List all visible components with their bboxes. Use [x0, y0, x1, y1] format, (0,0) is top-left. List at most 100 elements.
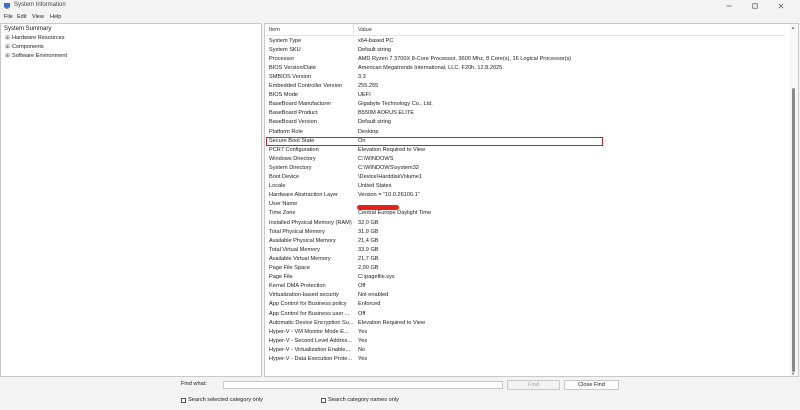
minimize-button[interactable] — [716, 0, 742, 12]
close-button[interactable] — [768, 0, 794, 12]
table-row[interactable]: Secure Boot State On — [265, 136, 785, 145]
row-value: 31,9 GB — [358, 228, 379, 235]
tree-item-software-environment[interactable]: ⊞ Software Environment — [5, 53, 67, 59]
row-value: Off — [358, 310, 366, 317]
find-button[interactable]: Find — [507, 380, 560, 390]
table-row[interactable]: Hardware Abstraction Layer Version = "10.… — [265, 191, 785, 200]
row-item: Windows Directory — [269, 155, 316, 162]
scroll-down-icon[interactable]: ▼ — [791, 371, 795, 376]
menu-edit[interactable]: Edit — [17, 14, 26, 20]
row-item: Time Zone — [269, 210, 296, 217]
table-row[interactable]: System Directory C:\WINDOWS\system32 — [265, 163, 785, 172]
table-row[interactable]: BaseBoard Manufacturer Gigabyte Technolog… — [265, 100, 785, 109]
table-row[interactable]: Embedded Controller Version 255.255 — [265, 82, 785, 91]
row-item: System SKU — [269, 46, 301, 53]
table-row[interactable]: System SKU Default string — [265, 45, 785, 54]
menu-file[interactable]: File — [4, 14, 13, 20]
table-row[interactable]: Hyper-V - Second Level Addres... Yes — [265, 336, 785, 345]
table-row[interactable]: BaseBoard Version Default string — [265, 118, 785, 127]
checkbox-icon[interactable] — [181, 397, 186, 403]
table-row[interactable]: BIOS Mode UEFI — [265, 91, 785, 100]
row-value: Not enabled — [358, 292, 389, 299]
column-divider[interactable] — [353, 24, 354, 35]
table-row[interactable]: Hyper-V - VM Monitor Mode E... Yes — [265, 327, 785, 336]
row-value: B550M AORUS ELITE — [358, 110, 414, 117]
menu-view[interactable]: View — [32, 14, 44, 20]
checkbox-label: Search selected category only — [188, 397, 263, 403]
table-row[interactable]: Time Zone Central Europe Daylight Time — [265, 209, 785, 218]
tree-item-system-summary[interactable]: System Summary — [4, 26, 51, 32]
row-item: Locale — [269, 183, 286, 190]
table-row[interactable]: Page File Space 2,00 GB — [265, 264, 785, 273]
find-input[interactable] — [223, 381, 503, 389]
row-value: Default string — [358, 119, 391, 126]
row-item: Platform Role — [269, 128, 303, 135]
row-value: Desktop — [358, 128, 379, 135]
row-item: Embedded Controller Version — [269, 83, 343, 89]
tree-item-components[interactable]: ⊞ Components — [5, 44, 44, 50]
maximize-button[interactable] — [742, 0, 768, 12]
close-find-button[interactable]: Close Find — [564, 380, 619, 390]
row-value: C:\pagefile.sys — [358, 274, 395, 281]
table-row[interactable]: SMBIOS Version 3.3 — [265, 72, 785, 81]
column-header-item[interactable]: Item — [269, 27, 280, 33]
search-category-names-checkbox[interactable]: Search category names only — [321, 397, 399, 403]
row-value: UEFI — [358, 92, 371, 99]
table-row[interactable]: Available Virtual Memory 21,7 GB — [265, 254, 785, 263]
category-tree: System Summary ⊞ Hardware Resources ⊞ Co… — [0, 23, 262, 377]
row-value: 21,7 GB — [358, 255, 379, 262]
user-name-redaction — [357, 205, 399, 210]
table-row[interactable]: Virtualization-based security Not enabled — [265, 291, 785, 300]
row-value: On — [358, 137, 366, 144]
table-row[interactable]: Available Physical Memory 21,4 GB — [265, 236, 785, 245]
table-row[interactable]: User Name — [265, 200, 785, 209]
menu-help[interactable]: Help — [50, 14, 61, 20]
row-value: C:\WINDOWS\system32 — [358, 164, 419, 171]
table-row[interactable]: System Type x64-based PC — [265, 36, 785, 45]
table-row[interactable]: Platform Role Desktop — [265, 127, 785, 136]
table-row[interactable]: Locale United States — [265, 182, 785, 191]
table-header: Item Value — [265, 24, 785, 36]
row-item: Processor — [269, 55, 295, 62]
table-row[interactable]: Total Physical Memory 31,9 GB — [265, 227, 785, 236]
table-row[interactable]: BaseBoard Product B550M AORUS ELITE — [265, 109, 785, 118]
checkbox-icon[interactable] — [321, 397, 326, 403]
row-item: Hyper-V - Second Level Addres... — [269, 337, 353, 344]
find-label: Find what: — [181, 381, 207, 387]
column-header-value[interactable]: Value — [358, 27, 372, 33]
expand-icon[interactable]: ⊞ — [5, 44, 10, 50]
table-row[interactable]: Automatic Device Encryption Su... Elevati… — [265, 318, 785, 327]
tree-item-hardware-resources[interactable]: ⊞ Hardware Resources — [5, 35, 64, 41]
table-row[interactable]: Boot Device \Device\HarddiskVolume1 — [265, 173, 785, 182]
scrollbar-thumb[interactable] — [792, 88, 795, 372]
title-bar[interactable]: System Information — [0, 0, 800, 12]
search-selected-category-checkbox[interactable]: Search selected category only — [181, 397, 263, 403]
scroll-up-icon[interactable]: ▲ — [791, 25, 795, 30]
table-row[interactable]: Hyper-V - Data Execution Prote... Yes — [265, 355, 785, 364]
window-title: System Information — [14, 2, 66, 8]
system-information-window: System Information File Edit View Help S… — [0, 0, 800, 410]
expand-icon[interactable]: ⊞ — [5, 53, 10, 59]
table-row[interactable]: Page File C:\pagefile.sys — [265, 273, 785, 282]
tree-item-label: Software Environment — [12, 53, 68, 59]
row-item: Page File — [269, 274, 293, 281]
table-row[interactable]: Hyper-V - Virtualization Enable... No — [265, 345, 785, 354]
table-row[interactable]: Total Virtual Memory 33,9 GB — [265, 245, 785, 254]
table-row[interactable]: App Control for Business user ... Off — [265, 309, 785, 318]
row-item: System Directory — [269, 164, 312, 171]
row-value: \Device\HarddiskVolume1 — [358, 174, 423, 180]
table-row[interactable]: Kernel DMA Protection Off — [265, 282, 785, 291]
table-row[interactable]: Windows Directory C:\WINDOWS — [265, 154, 785, 163]
expand-icon[interactable]: ⊞ — [5, 35, 10, 41]
table-row[interactable]: Processor AMD Ryzen 7 3700X 8-Core Proces… — [265, 54, 785, 63]
row-value: x64-based PC — [358, 37, 394, 44]
table-row[interactable]: Installed Physical Memory (RAM) 32,0 GB — [265, 218, 785, 227]
menu-bar: File Edit View Help — [0, 12, 800, 22]
checkbox-label: Search category names only — [328, 397, 399, 403]
table-row[interactable]: BIOS Version/Date American Megatrends Int… — [265, 63, 785, 72]
table-row[interactable]: PCR7 Configuration Elevation Required to … — [265, 145, 785, 154]
table-row[interactable]: App Control for Business policy Enforced — [265, 300, 785, 309]
row-value: Elevation Required to View — [358, 319, 426, 326]
row-value: Yes — [358, 337, 368, 344]
row-item: BIOS Mode — [269, 92, 298, 99]
